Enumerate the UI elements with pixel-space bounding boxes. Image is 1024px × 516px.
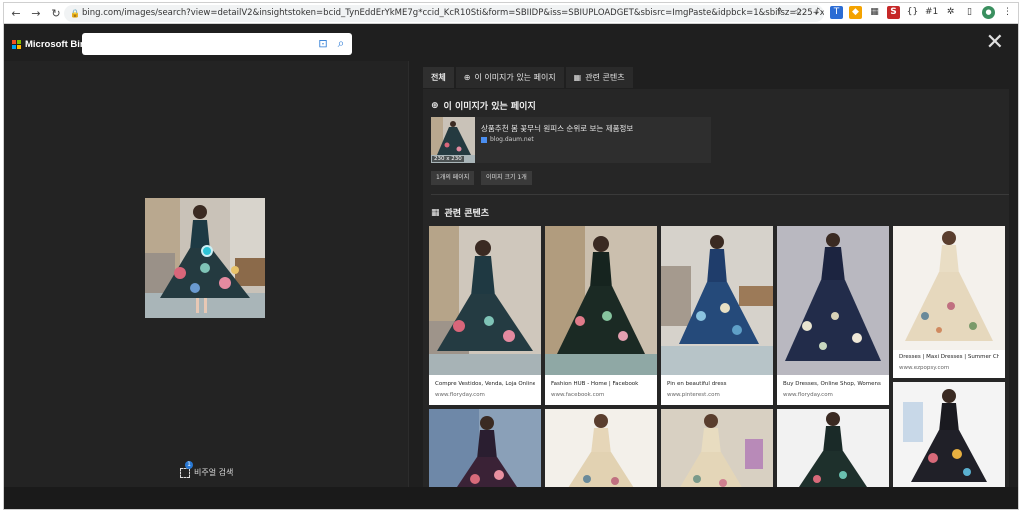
extensions-bar: ⇪ ☆ ♪ T ◆ ▦ S {} #1 ✲ ▯ ● ⋮	[773, 6, 1014, 19]
related-item[interactable]	[429, 409, 541, 487]
browser-window: ← → ↻ 🔒 bing.com/images/search?view=deta…	[3, 2, 1019, 510]
tab-related-label: 관련 콘텐츠	[585, 73, 625, 82]
page-result-title[interactable]: 상품추천 봄 꽃무늬 원피스 순위로 보는 제품정보	[481, 123, 633, 134]
back-icon[interactable]: ←	[8, 5, 24, 21]
page-result-card[interactable]: 230 x 230 상품추천 봄 꽃무늬 원피스 순위로 보는 제품정보 blo…	[431, 117, 711, 163]
related-item-image	[545, 409, 657, 487]
related-item-image	[893, 226, 1005, 350]
related-item-image	[777, 226, 889, 375]
chip-image-sizes[interactable]: 이미지 크기 1개	[481, 171, 532, 185]
related-item[interactable]: Fashion HUB - Home | Facebook www.facebo…	[545, 226, 657, 405]
related-item-image	[777, 409, 889, 487]
related-item[interactable]	[661, 409, 773, 487]
related-item-caption: Dresses | Maxi Dresses | Summer Ch...	[899, 354, 999, 360]
forward-icon[interactable]: →	[28, 5, 44, 21]
grid-icon: ▦	[431, 207, 440, 218]
related-content-grid: Compre Vestidos, Venda, Loja Online... w…	[429, 226, 1009, 487]
visual-search-label: 비주얼 검색	[194, 468, 234, 477]
page-thumbnail: 230 x 230	[431, 117, 475, 163]
tab-all-label: 전체	[431, 73, 446, 82]
related-item-domain: www.floryday.com	[435, 392, 485, 398]
extension-rank-badge[interactable]: #1	[925, 6, 938, 19]
visual-search-badge: 1	[185, 460, 193, 469]
browser-toolbar: ← → ↻ 🔒 bing.com/images/search?view=deta…	[4, 3, 1018, 24]
related-item-image	[661, 226, 773, 375]
visual-search-button[interactable]: 1 비주얼 검색	[180, 460, 234, 478]
tab-all[interactable]: 전체	[423, 67, 454, 88]
related-item[interactable]: Buy Dresses, Online Shop, Womens ... www…	[777, 226, 889, 405]
search-icon[interactable]: ⌕	[334, 36, 348, 50]
translate-icon[interactable]: T	[830, 6, 843, 19]
microsoft-logo-icon	[12, 40, 21, 49]
related-item-caption: Fashion HUB - Home | Facebook	[551, 381, 639, 387]
related-item-domain: www.floryday.com	[783, 392, 833, 398]
page-result-domain: blog.daum.net	[481, 136, 534, 143]
related-item-domain: www.facebook.com	[551, 392, 605, 398]
related-item-image	[893, 382, 1005, 487]
image-viewer: 1 비주얼 검색	[4, 61, 408, 487]
search-input[interactable]: ⊡ ⌕	[82, 33, 352, 55]
page-result-domain-text: blog.daum.net	[490, 136, 534, 143]
related-item[interactable]	[777, 409, 889, 487]
profile-avatar[interactable]: ●	[982, 6, 995, 19]
related-item-domain: www.ezpopsy.com	[899, 365, 950, 371]
close-icon[interactable]: ✕	[986, 31, 1004, 55]
extension-orange-icon[interactable]: ◆	[849, 6, 862, 19]
query-image[interactable]	[145, 198, 265, 318]
related-item[interactable]: Compre Vestidos, Venda, Loja Online... w…	[429, 226, 541, 405]
puzzle-icon[interactable]: ✲	[944, 6, 957, 19]
section-divider	[431, 194, 1009, 195]
pages-section-title-text: 이 이미지가 있는 페이지	[443, 102, 536, 112]
related-item-domain: www.pinterest.com	[667, 392, 720, 398]
results-content: ⊕ 이 이미지가 있는 페이지 230 x 230 상품추천 봄 꽃무늬 원피스…	[423, 89, 1009, 487]
related-item-caption: Buy Dresses, Online Shop, Womens ...	[783, 381, 883, 387]
related-item[interactable]: Pin en beautiful dress www.pinterest.com	[661, 226, 773, 405]
sidepanel-icon[interactable]: ▯	[963, 6, 976, 19]
address-text: bing.com/images/search?view=detailV2&ins…	[82, 8, 824, 18]
extension-grid-icon[interactable]: ▦	[868, 6, 881, 19]
extension-braces-icon[interactable]: {}	[906, 6, 919, 19]
related-section-title-text: 관련 콘텐츠	[444, 209, 490, 219]
chip-page-count[interactable]: 1개의 페이지	[431, 171, 475, 185]
menu-dots-icon[interactable]: ⋮	[1001, 6, 1014, 19]
page-footer	[4, 487, 1018, 509]
related-item-caption: Compre Vestidos, Venda, Loja Online...	[435, 381, 535, 387]
address-bar[interactable]: 🔒 bing.com/images/search?view=detailV2&i…	[64, 5, 824, 22]
visual-search-icon[interactable]: ⊡	[316, 37, 330, 51]
related-item[interactable]	[893, 382, 1005, 487]
related-item-image	[429, 409, 541, 487]
result-tabs: 전체 ⊕ 이 이미지가 있는 페이지 ▦ 관련 콘텐츠	[423, 67, 633, 88]
related-item-caption: Pin en beautiful dress	[667, 381, 727, 387]
tab-related-content[interactable]: ▦ 관련 콘텐츠	[565, 67, 633, 88]
grid-icon: ▦	[573, 73, 582, 82]
related-item[interactable]: Dresses | Maxi Dresses | Summer Ch... ww…	[893, 226, 1005, 378]
bookmark-star-icon[interactable]: ☆	[792, 6, 805, 19]
share-icon[interactable]: ⇪	[773, 6, 786, 19]
extension-s-icon[interactable]: S	[887, 6, 900, 19]
results-pane: 전체 ⊕ 이 이미지가 있는 페이지 ▦ 관련 콘텐츠 ⊕ 이 이미지가 있는 …	[408, 61, 1018, 487]
related-item-image	[545, 226, 657, 375]
globe-icon: ⊕	[431, 100, 439, 111]
bing-logo[interactable]: Microsoft Bing	[12, 39, 92, 50]
visual-search-icon: 1	[180, 460, 193, 478]
related-section-title: ▦ 관련 콘텐츠	[431, 206, 490, 220]
pages-section-title: ⊕ 이 이미지가 있는 페이지	[431, 99, 536, 113]
tab-pages-with-image[interactable]: ⊕ 이 이미지가 있는 페이지	[455, 67, 564, 88]
related-item-image	[661, 409, 773, 487]
thumbnail-size-label: 230 x 230	[432, 156, 464, 162]
detected-object-hotspot[interactable]	[201, 245, 213, 257]
related-item[interactable]	[545, 409, 657, 487]
reload-icon[interactable]: ↻	[48, 5, 64, 21]
globe-icon: ⊕	[463, 73, 471, 82]
tab-pages-label: 이 이미지가 있는 페이지	[474, 73, 556, 82]
speaker-icon[interactable]: ♪	[811, 6, 824, 19]
related-item-image	[429, 226, 541, 375]
lock-icon: 🔒	[70, 9, 80, 18]
bing-header: Microsoft Bing ⊡ ⌕ ✕	[4, 25, 1018, 61]
favicon-icon	[481, 136, 487, 143]
